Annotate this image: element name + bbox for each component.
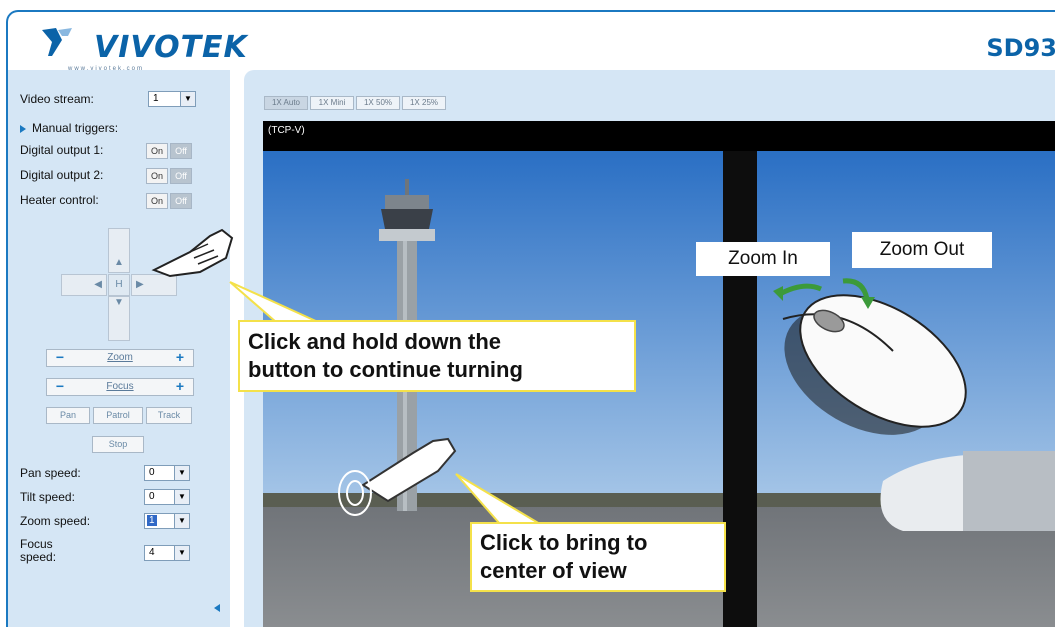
- focus-far-button[interactable]: +: [169, 379, 191, 395]
- zoom-out-button[interactable]: −: [49, 350, 71, 366]
- header: VIVOTEK www.vivotek.com SD93: [6, 10, 1055, 72]
- digital-output-2-on-button[interactable]: On: [146, 168, 168, 184]
- video-stream-select[interactable]: 1 ▼: [148, 91, 196, 107]
- focus-near-button[interactable]: −: [49, 379, 71, 395]
- app-frame: VIVOTEK www.vivotek.com SD93 Video strea…: [0, 0, 1055, 627]
- video-stream-label: Video stream:: [20, 92, 94, 106]
- chevron-down-icon: ▼: [174, 490, 189, 504]
- tilt-speed-select[interactable]: 0 ▼: [144, 489, 190, 505]
- tilt-speed-label: Tilt speed:: [20, 490, 75, 504]
- home-button[interactable]: H: [108, 274, 130, 296]
- digital-output-1-on-button[interactable]: On: [146, 143, 168, 159]
- track-button[interactable]: Track: [146, 407, 192, 424]
- zoom-speed-label: Zoom speed:: [20, 514, 91, 528]
- zoom-control: − Zoom +: [46, 349, 194, 367]
- tab-view-25[interactable]: 1X 25%: [402, 96, 446, 110]
- arrow-right-icon: ▶: [136, 279, 144, 290]
- zoom-speed-select[interactable]: 1 ▼: [144, 513, 190, 529]
- pan-left-button[interactable]: ◀: [61, 274, 107, 296]
- chevron-down-icon: ▼: [174, 466, 189, 480]
- pan-speed-label: Pan speed:: [20, 466, 81, 480]
- chevron-down-icon: ▼: [174, 546, 189, 560]
- tab-view-50[interactable]: 1X 50%: [356, 96, 400, 110]
- center-callout-line-2: center of view: [480, 558, 627, 583]
- zoom-in-label: Zoom In: [696, 242, 830, 276]
- chevron-down-icon: ▼: [180, 92, 195, 106]
- focus-speed-select[interactable]: 4 ▼: [144, 545, 190, 561]
- digital-output-2-toggle: On Off: [146, 168, 194, 184]
- heater-control-toggle: On Off: [146, 193, 194, 209]
- collapse-sidebar-icon[interactable]: [214, 604, 220, 612]
- hold-button-callout: Click and hold down the button to contin…: [238, 320, 636, 392]
- camera-logo-icon: [42, 28, 72, 56]
- manual-triggers-label[interactable]: Manual triggers:: [32, 121, 118, 135]
- pan-speed-select[interactable]: 0 ▼: [144, 465, 190, 481]
- model-name: SD93: [986, 34, 1055, 62]
- tilt-down-button[interactable]: ▼: [108, 296, 130, 341]
- hold-callout-line-2: button to continue turning: [248, 357, 523, 382]
- patrol-button[interactable]: Patrol: [93, 407, 143, 424]
- heater-off-button[interactable]: Off: [170, 193, 192, 209]
- zoom-out-label: Zoom Out: [852, 232, 992, 268]
- stop-button[interactable]: Stop: [92, 436, 144, 453]
- focus-speed-value: 4: [149, 547, 155, 558]
- vivotek-logo: VIVOTEK www.vivotek.com: [36, 26, 247, 72]
- center-view-callout: Click to bring to center of view: [470, 522, 726, 592]
- digital-output-1-toggle: On Off: [146, 143, 194, 159]
- tilt-speed-value: 0: [149, 491, 155, 502]
- arrow-up-icon: ▲: [114, 257, 124, 268]
- hold-callout-line-1: Click and hold down the: [248, 329, 501, 354]
- pointing-hand-icon: [151, 228, 234, 278]
- zoom-in-button[interactable]: +: [169, 350, 191, 366]
- digital-output-1-label: Digital output 1:: [20, 143, 104, 157]
- arrow-left-icon: ◀: [94, 279, 102, 290]
- heater-on-button[interactable]: On: [146, 193, 168, 209]
- zoom-speed-value: 1: [147, 515, 157, 526]
- sidebar: Video stream: 1 ▼ Manual triggers: Digit…: [6, 70, 230, 627]
- focus-label: Focus: [106, 381, 134, 392]
- focus-speed-label: Focus speed:: [20, 537, 57, 564]
- brand-name: VIVOTEK: [94, 30, 248, 65]
- digital-output-2-label: Digital output 2:: [20, 168, 104, 182]
- arrow-down-icon: ▼: [114, 297, 124, 308]
- chevron-down-icon: ▼: [174, 514, 189, 528]
- pan-speed-value: 0: [149, 467, 155, 478]
- zoom-label: Zoom: [107, 352, 133, 363]
- stream-protocol: (TCP-V): [268, 125, 305, 136]
- tab-view-auto[interactable]: 1X Auto: [264, 96, 308, 110]
- tab-view-mini[interactable]: 1X Mini: [310, 96, 354, 110]
- pan-button[interactable]: Pan: [46, 407, 90, 424]
- video-stream-value: 1: [153, 93, 159, 104]
- tilt-up-button[interactable]: ▲: [108, 228, 130, 273]
- digital-output-1-off-button[interactable]: Off: [170, 143, 192, 159]
- center-callout-line-1: Click to bring to: [480, 530, 648, 555]
- digital-output-2-off-button[interactable]: Off: [170, 168, 192, 184]
- focus-control: − Focus +: [46, 378, 194, 396]
- heater-control-label: Heater control:: [20, 193, 99, 207]
- triangle-right-icon[interactable]: [20, 125, 26, 133]
